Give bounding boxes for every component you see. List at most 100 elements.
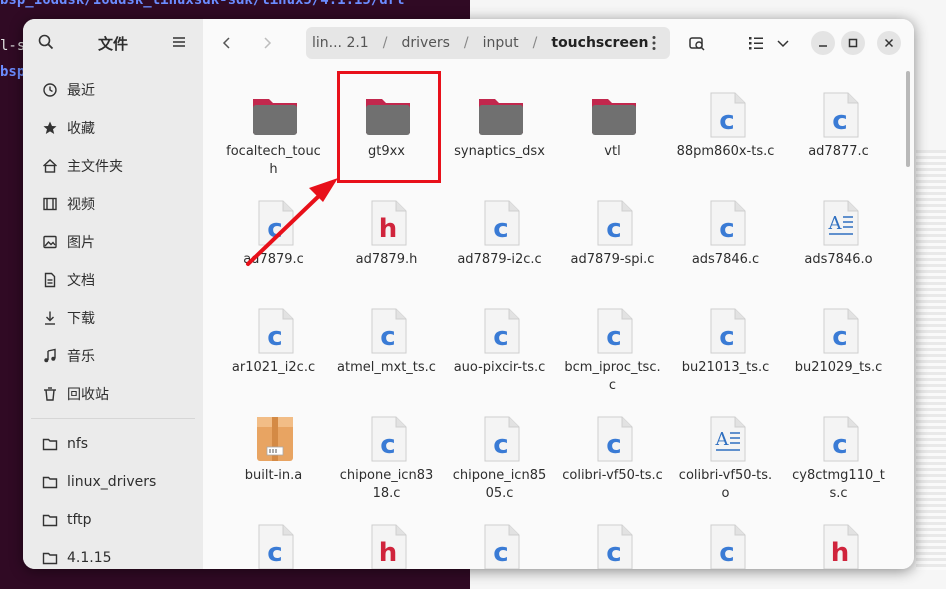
file-label: vtl [604, 144, 621, 159]
folder-icon [590, 91, 638, 139]
sidebar-item-label: tftp [67, 512, 92, 528]
sidebar-header: 文件 [23, 19, 203, 67]
file-label: atmel_mxt_ts.c [337, 360, 436, 375]
sidebar-item-视频[interactable]: 视频 [31, 188, 195, 220]
c-source-file-icon: c [251, 199, 299, 247]
sidebar-item-label: 收藏 [67, 121, 95, 137]
annotation-highlight-box [337, 71, 441, 183]
header-file-icon: h [364, 523, 412, 569]
film-icon [41, 195, 59, 213]
folder-icon [41, 473, 59, 491]
sidebar-item-主文件夹[interactable]: 主文件夹 [31, 150, 195, 182]
picture-icon [41, 233, 59, 251]
sidebar: 文件 最近收藏主文件夹视频图片文档下载音乐回收站 nfs linux_driver… [23, 19, 204, 569]
c-source-file-icon: c [364, 307, 412, 355]
c-source-file-icon: c [477, 415, 525, 463]
svg-text:c: c [267, 214, 282, 244]
c-source-file-icon: c [251, 307, 299, 355]
c-source-file-icon: c [590, 199, 638, 247]
sidebar-item-4.1.15[interactable]: 4.1.15 [31, 542, 195, 569]
sidebar-item-最近[interactable]: 最近 [31, 74, 195, 106]
sidebar-item-tftp[interactable]: tftp [31, 504, 195, 536]
file-label: bu21013_ts.c [681, 360, 770, 375]
file-manager-window: 文件 最近收藏主文件夹视频图片文档下载音乐回收站 nfs linux_driver… [23, 19, 914, 569]
sidebar-item-音乐[interactable]: 音乐 [31, 340, 195, 372]
file-label: ad7879-i2c.c [457, 252, 542, 267]
minimize-button[interactable] [811, 31, 835, 55]
file-label: ads7846.o [804, 252, 873, 267]
c-source-file-icon: c [703, 307, 751, 355]
file-label: cy8ctmg110_ts.c [792, 468, 885, 501]
svg-text:c: c [832, 322, 847, 352]
sidebar-item-收藏[interactable]: 收藏 [31, 112, 195, 144]
svg-text:h: h [831, 538, 850, 568]
svg-text:c: c [719, 538, 734, 568]
sidebar-item-nfs[interactable]: nfs [31, 428, 195, 460]
sidebar-item-linux_drivers[interactable]: linux_drivers [31, 466, 195, 498]
search-location-icon[interactable] [685, 31, 709, 55]
c-source-file-icon: c [251, 523, 299, 569]
sidebar-divider [31, 418, 195, 419]
path-segment-input[interactable]: input [483, 35, 519, 51]
download-icon [41, 309, 59, 327]
svg-text:h: h [379, 538, 398, 568]
file-label: colibri-vf50-ts.o [678, 468, 773, 501]
file-label: ad7879-spi.c [570, 252, 655, 267]
sidebar-item-label: 图片 [67, 235, 95, 251]
terminal-line: bsp [0, 64, 26, 80]
trash-icon [41, 385, 59, 403]
list-view-icon[interactable] [744, 31, 768, 55]
path-segment-current[interactable]: touchscreen [551, 35, 648, 51]
svg-text:c: c [493, 322, 508, 352]
c-source-file-icon: c [364, 415, 412, 463]
sidebar-item-label: 下载 [67, 311, 95, 327]
sidebar-item-回收站[interactable]: 回收站 [31, 378, 195, 410]
close-button[interactable] [877, 31, 901, 55]
path-menu-icon[interactable] [644, 33, 664, 53]
c-source-file-icon: c [703, 199, 751, 247]
svg-text:c: c [380, 322, 395, 352]
c-source-file-icon: c [590, 307, 638, 355]
svg-text:c: c [267, 538, 282, 568]
back-button[interactable] [215, 31, 239, 55]
terminal-line: l-s [0, 38, 26, 54]
svg-text:c: c [606, 214, 621, 244]
sidebar-item-label: nfs [67, 436, 89, 452]
svg-text:h: h [379, 214, 398, 244]
sidebar-item-下载[interactable]: 下载 [31, 302, 195, 334]
headerbar: lin... 2.1 / drivers / input / touchscre… [203, 19, 914, 67]
archive-icon [251, 415, 299, 463]
svg-text:c: c [493, 430, 508, 460]
c-source-file-icon: c [590, 523, 638, 569]
object-file-icon: A [816, 199, 864, 247]
c-source-file-icon: c [477, 523, 525, 569]
c-source-file-icon: c [477, 199, 525, 247]
file-label: bcm_iproc_tsc.c [564, 360, 661, 393]
sidebar-item-label: linux_drivers [67, 474, 157, 490]
forward-button[interactable] [255, 31, 279, 55]
chevron-down-icon[interactable] [771, 31, 795, 55]
path-segment-root[interactable]: lin... 2.1 [312, 35, 369, 51]
sidebar-item-label: 回收站 [67, 387, 109, 403]
maximize-button[interactable] [841, 31, 865, 55]
c-source-file-icon: c [816, 91, 864, 139]
sidebar-item-文档[interactable]: 文档 [31, 264, 195, 296]
sidebar-item-label: 视频 [67, 197, 95, 213]
object-file-icon: A [703, 415, 751, 463]
c-source-file-icon: c [590, 415, 638, 463]
header-file-icon: h [364, 199, 412, 247]
star-icon [41, 119, 59, 137]
scrollbar[interactable] [906, 71, 910, 167]
hamburger-menu-icon[interactable] [170, 33, 188, 51]
svg-text:c: c [606, 430, 621, 460]
search-icon[interactable] [37, 33, 55, 51]
svg-text:c: c [832, 430, 847, 460]
path-bar: lin... 2.1 / drivers / input / touchscre… [306, 27, 670, 59]
svg-text:c: c [380, 430, 395, 460]
file-label: focaltech_touch [226, 144, 321, 177]
sidebar-item-label: 4.1.15 [67, 550, 112, 566]
path-segment-drivers[interactable]: drivers [401, 35, 449, 51]
file-label: colibri-vf50-ts.c [562, 468, 663, 483]
file-label: ads7846.c [691, 252, 760, 267]
sidebar-item-图片[interactable]: 图片 [31, 226, 195, 258]
